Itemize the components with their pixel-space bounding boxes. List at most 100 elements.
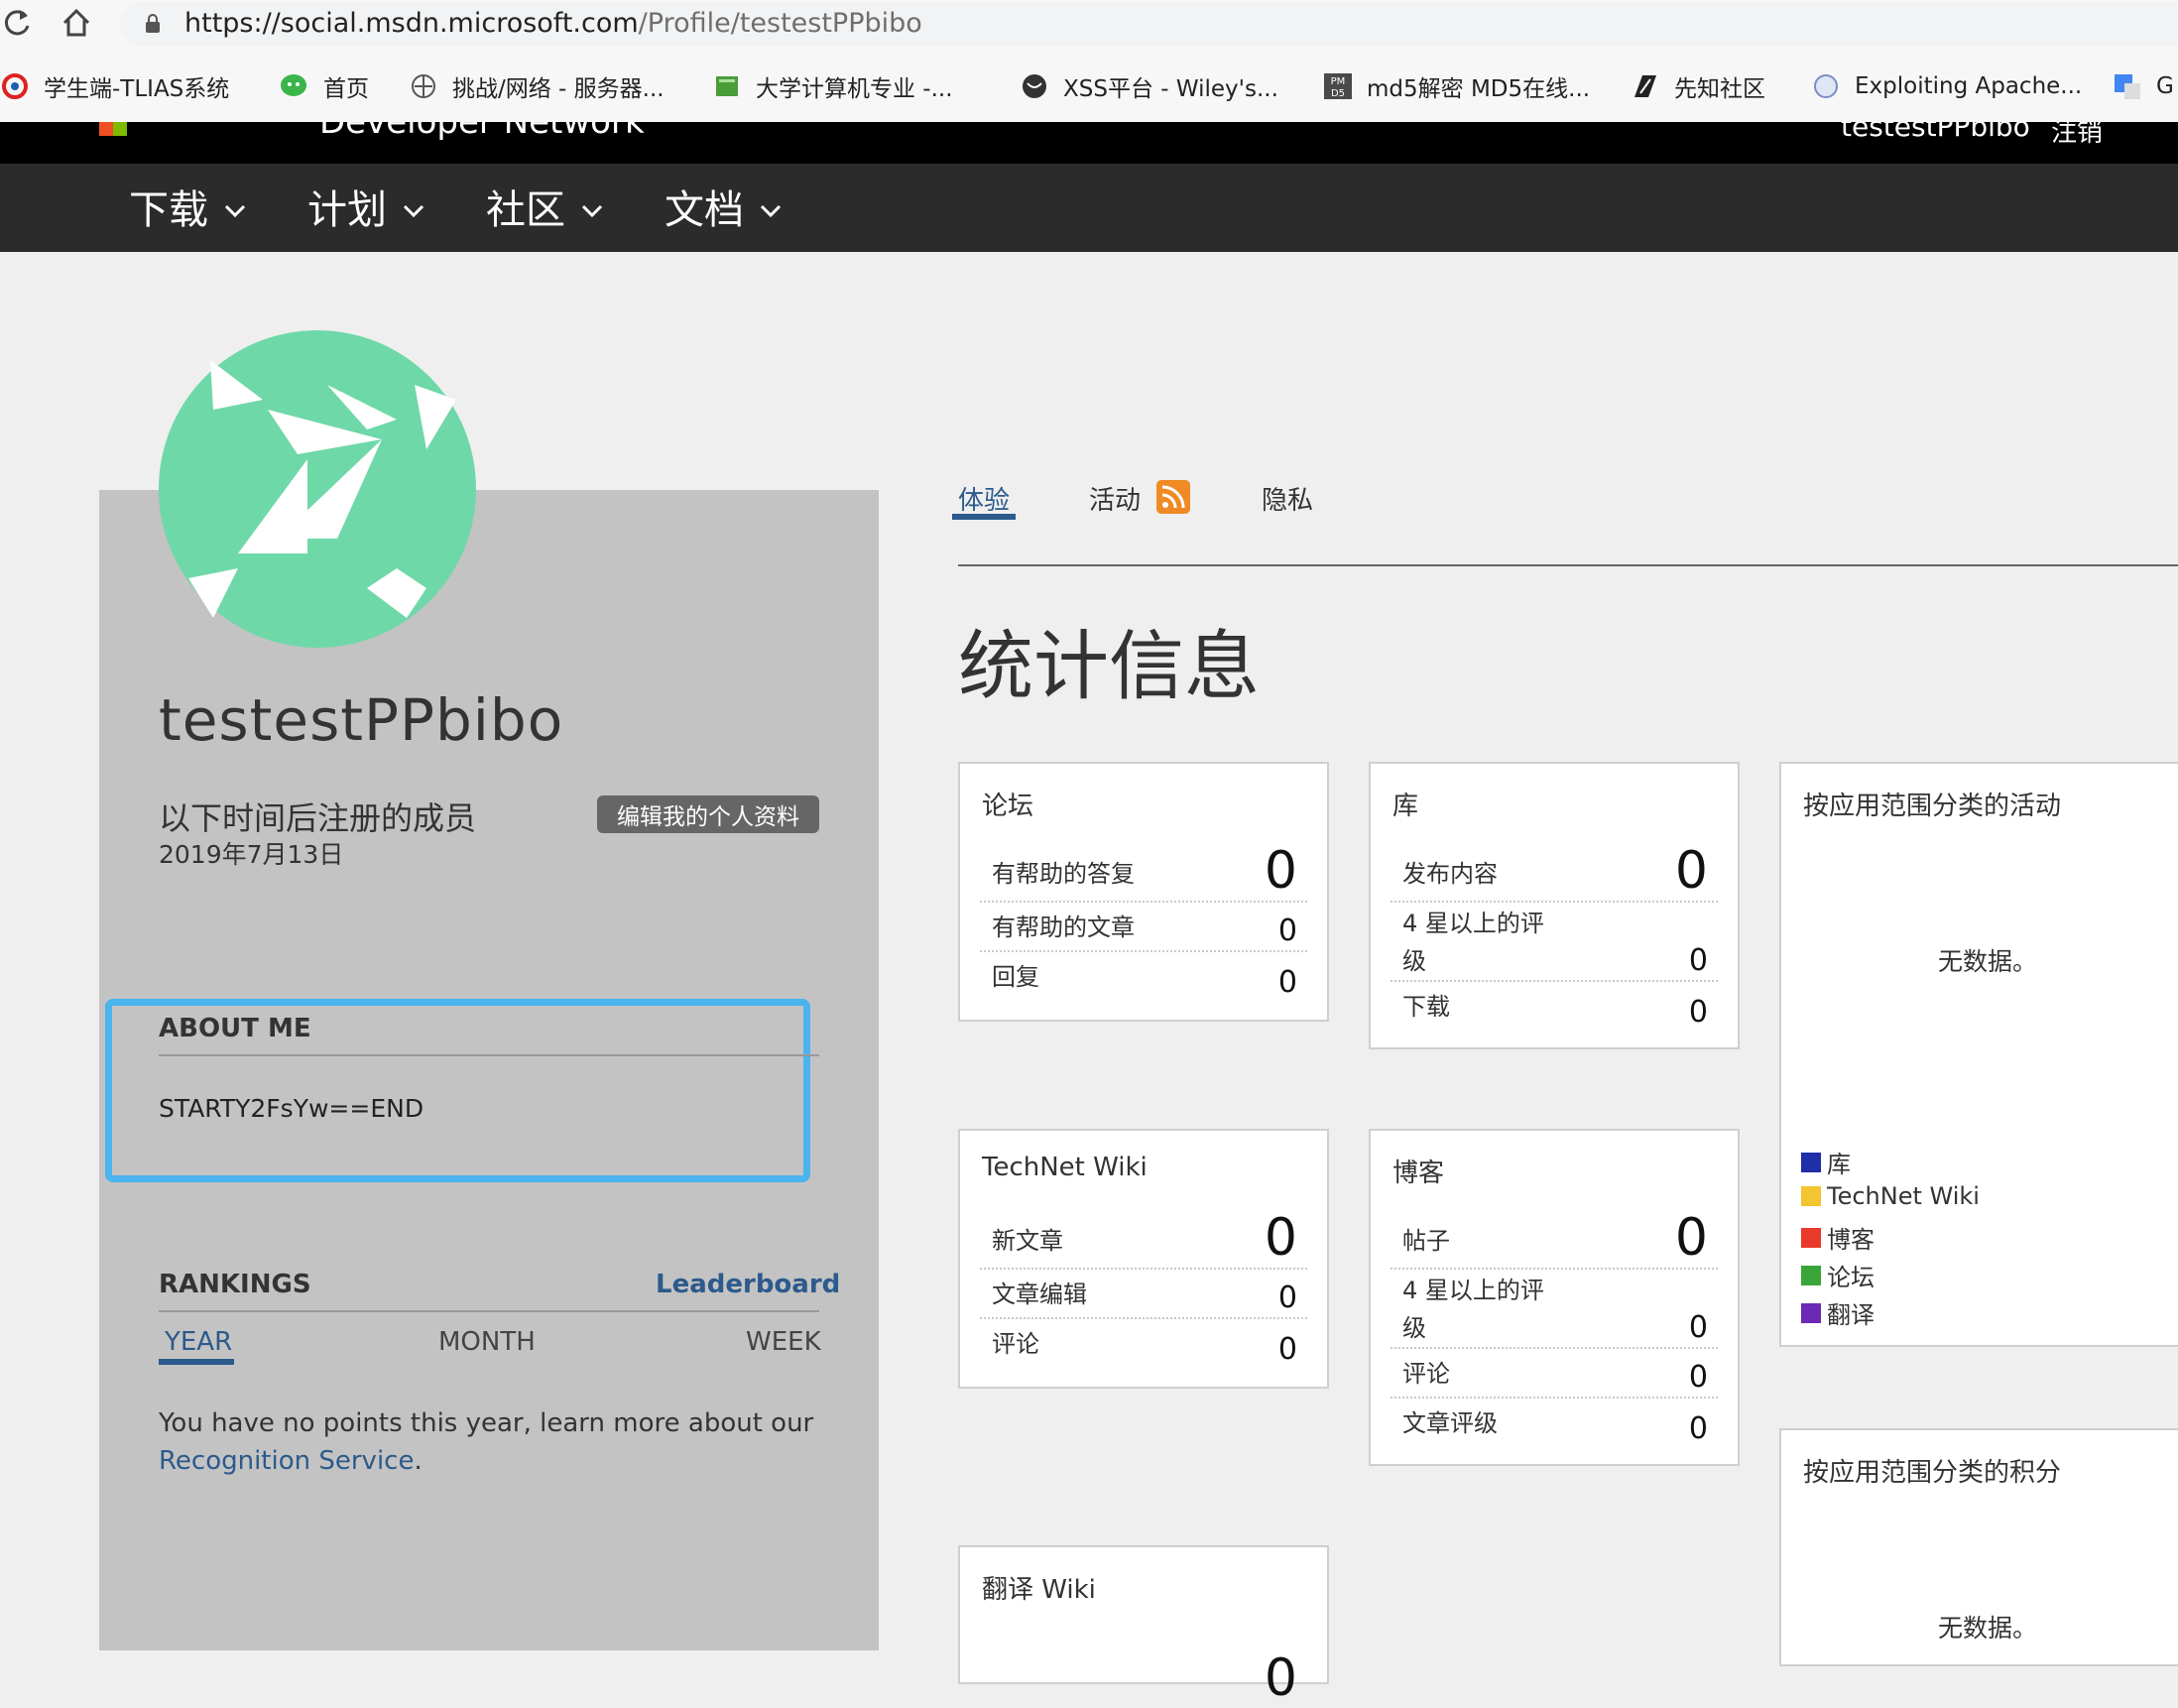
points-by-scope-card: 按应用范围分类的积分 无数据。 [1779, 1428, 2178, 1666]
rankings-message-end: . [414, 1446, 423, 1476]
recognition-service-link[interactable]: Recognition Service [159, 1446, 414, 1476]
bookmark-item[interactable]: 先知社区 [1631, 69, 1765, 103]
stat-value: 0 [1264, 841, 1297, 901]
bookmark-label: 学生端-TLIAS系统 [44, 76, 230, 102]
address-bar[interactable]: https://social.msdn.microsoft.com/Profil… [119, 2, 2178, 46]
edit-profile-button[interactable]: 编辑我的个人资料 [597, 795, 819, 833]
bookmark-item[interactable]: PM D5 md5解密 MD5在线... [1323, 69, 1590, 103]
url-text: https://social.msdn.microsoft.com/Profil… [184, 8, 922, 39]
rank-tab-week[interactable]: WEEK [746, 1327, 821, 1357]
url-path: /Profile/testestPPbibo [638, 8, 922, 39]
stat-value: 0 [1277, 1332, 1297, 1367]
member-since-date: 2019年7月13日 [159, 840, 344, 869]
active-tab-indicator [159, 1359, 234, 1365]
divider [159, 1054, 819, 1056]
active-tab-indicator [952, 514, 1016, 520]
leaderboard-link[interactable]: Leaderboard [656, 1270, 840, 1299]
nav-docs[interactable]: 文档 [665, 178, 782, 235]
globe-icon [409, 71, 438, 101]
stat-label: 文章评级 [1402, 1409, 1498, 1437]
stat-row: 有帮助的文章 0 [980, 903, 1307, 952]
nav-programs[interactable]: 计划 [307, 178, 424, 235]
current-user-link[interactable]: testestPPbibo [1841, 122, 2030, 143]
site-top-bar: Developer Network testestPPbibo 注销 [0, 122, 2178, 164]
home-icon[interactable] [60, 6, 93, 40]
tab-privacy[interactable]: 隐私 [1262, 480, 1313, 517]
stat-row: 评论 0 [1391, 1349, 1718, 1399]
stat-value: 0 [1674, 1208, 1708, 1268]
rank-tab-month[interactable]: MONTH [438, 1327, 536, 1357]
logout-link[interactable]: 注销 [2051, 122, 2103, 149]
blog-stats-card: 博客 帖子 0 4 星以上的评 级 0 评论 0 文章评级 0 [1369, 1129, 1740, 1466]
rss-icon[interactable] [1156, 480, 1190, 514]
legend-label: 翻译 [1827, 1301, 1875, 1329]
bookmark-item[interactable]: Exploiting Apache... [1811, 69, 2082, 103]
bookmark-item[interactable]: 挑战/网络 - 服务器... [409, 69, 665, 103]
svg-text:D5: D5 [1331, 88, 1345, 99]
forum-stats-card: 论坛 有帮助的答复 0 有帮助的文章 0 回复 0 [958, 762, 1329, 1022]
rankings-title: RANKINGS [159, 1270, 311, 1299]
stat-label: 评论 [992, 1330, 1039, 1358]
stat-row: 4 星以上的评 级 0 [1391, 1270, 1718, 1349]
nav-downloads[interactable]: 下载 [129, 178, 246, 235]
stat-label: 4 星以上的评 [1402, 1277, 1544, 1304]
bookmark-label: Exploiting Apache... [1855, 73, 2083, 99]
stat-value: 0 [1264, 1648, 1297, 1708]
stat-row: 文章编辑 0 [980, 1270, 1307, 1319]
member-since-label: 以下时间后注册的成员 [159, 799, 477, 837]
bookmark-item[interactable]: G [2113, 69, 2174, 103]
translate-icon [2113, 71, 2142, 101]
bookmark-label: md5解密 MD5在线... [1367, 76, 1591, 102]
bookmark-label: XSS平台 - Wiley's... [1063, 76, 1278, 102]
doc-icon [1811, 71, 1841, 101]
stat-row: 新文章 0 [980, 1206, 1307, 1270]
microsoft-logo [99, 122, 238, 136]
stat-label: 发布内容 [1402, 860, 1498, 888]
legend-item: 博客 [1801, 1220, 1875, 1255]
legend-swatch [1801, 1186, 1821, 1206]
chevron-down-icon [403, 204, 424, 218]
translate-wiki-stats-card: 翻译 Wiki 0 [958, 1545, 1329, 1708]
stats-title: 统计信息 [958, 622, 1260, 710]
bookmark-item[interactable]: 学生端-TLIAS系统 [0, 69, 229, 103]
stat-row: 下载 0 [1391, 982, 1718, 1032]
bookmark-item[interactable]: XSS平台 - Wiley's... [1020, 69, 1278, 103]
stat-value: 0 [1277, 1281, 1297, 1315]
rank-tab-year[interactable]: YEAR [165, 1327, 232, 1357]
profile-username: testestPPbibo [159, 686, 564, 754]
pmd5-icon: PM D5 [1323, 71, 1353, 101]
card-title: 翻译 Wiki [982, 1575, 1096, 1605]
nav-community[interactable]: 社区 [486, 178, 603, 235]
rankings-message: You have no points this year, learn more… [159, 1404, 833, 1480]
stat-label: 回复 [992, 963, 1039, 991]
about-me-text: STARTY2FsYw==END [159, 1094, 424, 1123]
stat-label: 新文章 [992, 1227, 1063, 1255]
tab-activity[interactable]: 活动 [1089, 480, 1141, 517]
site-brand: Developer Network [319, 122, 645, 142]
stat-row: 0 [980, 1623, 1307, 1708]
card-title: TechNet Wiki [982, 1153, 1148, 1182]
reload-icon[interactable] [0, 6, 34, 40]
bookmark-label: 先知社区 [1674, 76, 1765, 102]
stat-label: 文章编辑 [992, 1281, 1087, 1308]
stat-value: 0 [1674, 841, 1708, 901]
stat-value: 0 [1688, 1411, 1708, 1446]
card-title: 库 [1392, 792, 1419, 821]
stat-label: 4 星以上的评 [1402, 910, 1544, 937]
bookmark-label: G [2156, 73, 2174, 99]
circle-icon [0, 71, 30, 101]
legend-label: 库 [1827, 1151, 1851, 1178]
nav-label: 社区 [486, 187, 565, 233]
stat-label: 级 [1402, 947, 1426, 975]
legend-item: 库 [1801, 1145, 1851, 1179]
stat-value: 0 [1688, 1360, 1708, 1395]
bookmark-item[interactable]: 首页 [280, 69, 369, 103]
legend-swatch [1801, 1302, 1821, 1323]
bookmark-item[interactable]: 大学计算机专业 -... [712, 69, 953, 103]
avatar [159, 330, 476, 648]
tab-experience[interactable]: 体验 [958, 480, 1010, 517]
stat-label: 级 [1402, 1314, 1426, 1342]
web-icon [1020, 71, 1049, 101]
stat-value: 0 [1688, 995, 1708, 1030]
rankings-message-text: You have no points this year, learn more… [159, 1408, 814, 1438]
